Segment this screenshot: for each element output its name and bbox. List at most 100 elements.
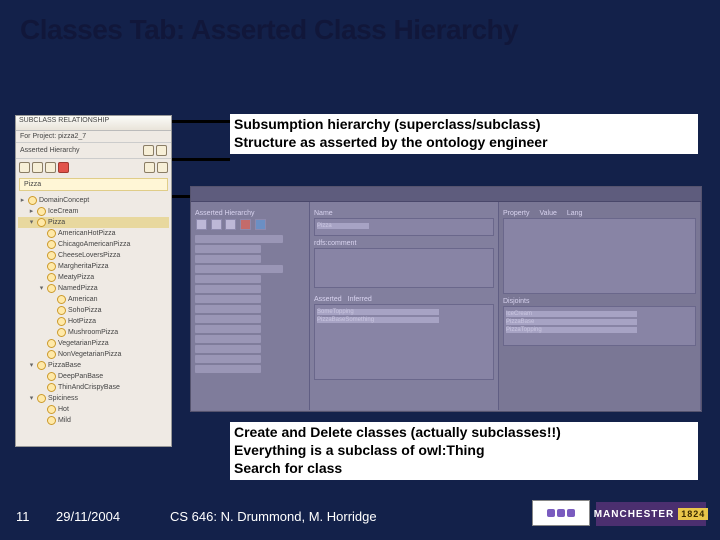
asserted-tab[interactable]: Asserted — [314, 296, 342, 303]
twisty-icon[interactable]: ▾ — [28, 217, 35, 228]
slide-number: 11 — [16, 509, 30, 524]
tree-label: ThinAndCrispyBase — [58, 382, 120, 393]
class-icon — [47, 350, 56, 359]
tree-node[interactable]: SohoPizza — [18, 305, 169, 316]
class-icon — [37, 218, 46, 227]
editor-right-col: Property Value Lang Disjoints IceCream P… — [499, 202, 701, 410]
annotation-bottom-l1: Create and Delete classes (actually subc… — [234, 424, 694, 440]
class-icon — [47, 229, 56, 238]
class-icon — [57, 306, 66, 315]
tree-label: SohoPizza — [68, 305, 101, 316]
expand-icon[interactable] — [157, 162, 168, 173]
tree-node[interactable]: ▾PizzaBase — [18, 360, 169, 371]
name-field[interactable]: Pizza — [314, 218, 494, 236]
editor-menubar — [191, 187, 701, 202]
tree-label: VegetarianPizza — [58, 338, 109, 349]
tree-label: Hot — [58, 404, 69, 415]
class-icon — [37, 361, 46, 370]
class-tree[interactable]: ▸DomainConcept▸IceCream▾PizzaAmericanHot… — [16, 193, 171, 428]
tree-node[interactable]: NonVegetarianPizza — [18, 349, 169, 360]
tree-label: ChicagoAmericanPizza — [58, 239, 130, 250]
tree-node[interactable]: VegetarianPizza — [18, 338, 169, 349]
disjoints-box[interactable]: IceCream PizzaBase PizzaTopping — [503, 306, 696, 346]
tree-label: CheeseLoversPizza — [58, 250, 120, 261]
create-sibling-icon[interactable] — [45, 162, 56, 173]
tree-label: DomainConcept — [39, 195, 89, 206]
manchester-logo: MANCHESTER 1824 — [596, 502, 706, 526]
class-icon — [47, 240, 56, 249]
tree-node[interactable]: DeepPanBase — [18, 371, 169, 382]
tree-label: Spiciness — [48, 393, 78, 404]
conditions-box[interactable]: SomeTopping PizzaBaseSomething — [314, 304, 494, 380]
tree-node[interactable]: HotPizza — [18, 316, 169, 327]
tree-node[interactable]: MargheritaPizza — [18, 261, 169, 272]
tree-node[interactable]: ChicagoAmericanPizza — [18, 239, 169, 250]
class-icon — [47, 339, 56, 348]
class-icon — [37, 394, 46, 403]
toolbar-icon[interactable] — [143, 145, 154, 156]
tool-icon[interactable] — [211, 219, 222, 230]
tree-node[interactable]: ▸ DomainConcept — [18, 195, 169, 206]
twisty-icon[interactable]: ▾ — [28, 360, 35, 371]
selected-class: Pizza — [24, 181, 41, 188]
twisty-icon[interactable]: ▸ — [19, 195, 26, 206]
class-icon — [47, 372, 56, 381]
twisty-icon[interactable]: ▸ — [28, 206, 35, 217]
tool-icon[interactable] — [255, 219, 266, 230]
class-icon — [47, 284, 56, 293]
tool-icon[interactable] — [225, 219, 236, 230]
editor-left-col: Asserted Hierarchy — [191, 202, 310, 410]
tree-node[interactable]: ▾ Spiciness — [18, 393, 169, 404]
class-icon — [47, 273, 56, 282]
annotation-bottom-l3: Search for class — [234, 460, 694, 476]
annotations-table[interactable] — [503, 218, 696, 294]
tree-label: Pizza — [48, 217, 65, 228]
class-icon — [47, 262, 56, 271]
tree-node[interactable]: ▾ Pizza — [18, 217, 169, 228]
editor-center-col: Name Pizza rdfs:comment Asserted Inferre… — [310, 202, 499, 410]
slide-title: Classes Tab: Asserted Class Hierarchy — [20, 14, 518, 46]
create-subclass-icon[interactable] — [32, 162, 43, 173]
class-icon — [47, 251, 56, 260]
class-hierarchy-panel: SUBCLASS RELATIONSHIP For Project: pizza… — [15, 115, 172, 447]
protege-logo — [532, 500, 590, 526]
tree-label: HotPizza — [68, 316, 96, 327]
tree-label: MargheritaPizza — [58, 261, 109, 272]
inferred-tab[interactable]: Inferred — [348, 296, 372, 303]
delete-class-icon[interactable] — [58, 162, 69, 173]
class-toolbar — [16, 159, 171, 176]
tree-node[interactable]: Mild — [18, 415, 169, 426]
tree-node[interactable]: ▸IceCream — [18, 206, 169, 217]
tree-node[interactable]: MushroomPizza — [18, 327, 169, 338]
annotation-top-l1: Subsumption hierarchy (superclass/subcla… — [234, 116, 694, 132]
asserted-hierarchy-label: Asserted Hierarchy — [20, 147, 80, 154]
tree-node[interactable]: Hot — [18, 404, 169, 415]
tree-label: MushroomPizza — [68, 327, 118, 338]
tool-icon[interactable] — [196, 219, 207, 230]
tree-label: DeepPanBase — [58, 371, 103, 382]
tree-node[interactable]: AmericanHotPizza — [18, 228, 169, 239]
course-label: CS 646: N. Drummond, M. Horridge — [170, 509, 377, 524]
tree-node[interactable]: MeatyPizza — [18, 272, 169, 283]
tree-label: NamedPizza — [58, 283, 98, 294]
delete-icon[interactable] — [240, 219, 251, 230]
class-icon — [57, 328, 66, 337]
search-class-icon[interactable] — [144, 162, 155, 173]
tree-label: AmericanHotPizza — [58, 228, 116, 239]
comment-field[interactable] — [314, 248, 494, 288]
toolbar-icon[interactable] — [156, 145, 167, 156]
create-class-icon[interactable] — [19, 162, 30, 173]
slide-date: 29/11/2004 — [56, 509, 120, 524]
class-icon — [47, 416, 56, 425]
twisty-icon[interactable]: ▾ — [28, 393, 35, 404]
tree-node[interactable]: ThinAndCrispyBase — [18, 382, 169, 393]
tree-label: American — [68, 294, 98, 305]
tree-node[interactable]: CheeseLoversPizza — [18, 250, 169, 261]
class-icon — [37, 207, 46, 216]
tree-node[interactable]: American — [18, 294, 169, 305]
twisty-icon[interactable]: ▾ — [38, 283, 45, 294]
tree-node[interactable]: ▾ NamedPizza — [18, 283, 169, 294]
class-icon — [28, 196, 37, 205]
tree-label: NonVegetarianPizza — [58, 349, 121, 360]
panel-header: SUBCLASS RELATIONSHIP — [16, 116, 171, 131]
